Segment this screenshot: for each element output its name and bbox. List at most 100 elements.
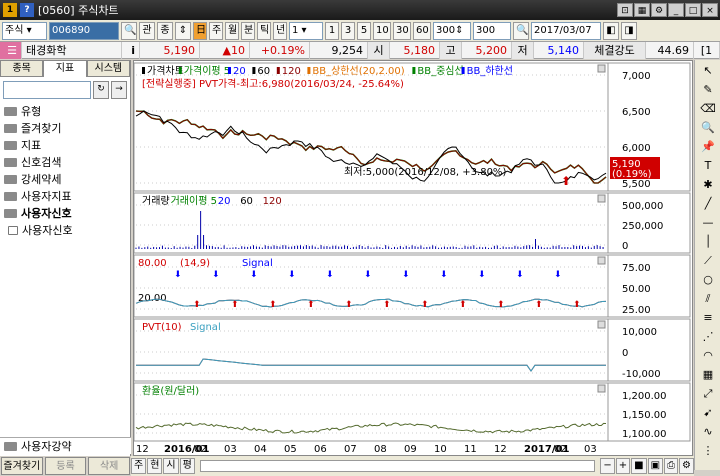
- maximize-button[interactable]: □: [685, 3, 701, 17]
- eraser-icon[interactable]: ⌫: [698, 100, 718, 117]
- change: ▲10: [200, 41, 250, 59]
- status-week[interactable]: 주: [131, 458, 147, 474]
- interval-5[interactable]: 5: [357, 21, 371, 40]
- refresh-icon[interactable]: ↻: [93, 81, 109, 99]
- link-icon[interactable]: ⊡: [617, 3, 633, 17]
- delete-button[interactable]: 삭제: [88, 457, 131, 475]
- x-tick-label: 05: [284, 444, 297, 455]
- watch-button[interactable]: 관: [139, 21, 155, 40]
- scrollbar[interactable]: [199, 460, 596, 472]
- text-icon[interactable]: T: [698, 157, 718, 174]
- drawing-toolbar: ↖ ✎ ⌫ 🔍 📌 T ✱ ╱ — │ ⟋ ○ ⫽ ≡ ⋰ ◠ ▦ ⤢ ➹ ∿ …: [694, 60, 720, 470]
- trend-icon[interactable]: ⟋: [698, 252, 718, 269]
- x-tick-label: 09: [404, 444, 417, 455]
- circle-icon[interactable]: ○: [698, 271, 718, 288]
- day-button[interactable]: 日: [193, 21, 207, 40]
- item-button[interactable]: 종: [157, 21, 173, 40]
- chart-area[interactable]: 7,000 6,500 6,000 5,500 500,000 250,000 0 75.00…: [133, 60, 693, 456]
- app-icon: 1: [3, 3, 17, 17]
- interval-3[interactable]: 3: [341, 21, 355, 40]
- indicator-search-input[interactable]: [3, 81, 91, 99]
- tree-item[interactable]: 즐겨찾기: [0, 120, 130, 137]
- tree-item-label: 사용자지표: [21, 190, 72, 203]
- user-strength-item[interactable]: 사용자강약: [0, 437, 131, 454]
- tab-system[interactable]: 시스템: [86, 60, 130, 77]
- fib-icon[interactable]: ≡: [698, 309, 718, 326]
- low-annotation: 최저:5,000(2016/12/08, +3.80%): [344, 166, 506, 178]
- tree-item-label: 사용자신호: [22, 224, 73, 237]
- interval-60[interactable]: 60: [413, 21, 431, 40]
- print-icon[interactable]: ⎙: [664, 458, 679, 474]
- tab-stocks[interactable]: 종목: [0, 60, 44, 77]
- spin-button[interactable]: ⇕: [175, 21, 191, 40]
- count-display[interactable]: 300: [473, 21, 511, 40]
- tree-item[interactable]: 사용자신호: [0, 222, 130, 239]
- channel-icon[interactable]: ⫽: [698, 290, 718, 307]
- open: 5,180: [390, 41, 440, 59]
- next-icon[interactable]: ◨: [621, 21, 637, 40]
- folder-icon: [4, 158, 17, 167]
- period-year[interactable]: 년: [273, 21, 287, 40]
- tab-indicators[interactable]: 지표: [43, 60, 87, 77]
- settings-icon[interactable]: ⚙: [651, 3, 667, 17]
- register-button[interactable]: 등록: [44, 457, 87, 475]
- prev-icon[interactable]: ◧: [603, 21, 619, 40]
- info-button[interactable]: i: [122, 41, 140, 59]
- grid-icon[interactable]: ▦: [698, 366, 718, 383]
- gann-icon[interactable]: ⤢: [698, 385, 718, 402]
- arc-icon[interactable]: ◠: [698, 347, 718, 364]
- favorite-icon[interactable]: ☰: [0, 41, 22, 59]
- status-current[interactable]: 현: [147, 458, 163, 474]
- period-month[interactable]: 월: [225, 21, 239, 40]
- pause-icon[interactable]: ■: [631, 458, 647, 474]
- interval-10[interactable]: 10: [373, 21, 391, 40]
- arrow-icon[interactable]: ➹: [698, 404, 718, 421]
- chart-canvas[interactable]: 7,000 6,500 6,000 5,500 500,000 250,000 0 75.00…: [133, 61, 692, 455]
- vline-icon[interactable]: │: [698, 233, 718, 250]
- date-select[interactable]: 2017/03/07 ▾: [531, 21, 601, 52]
- marker-icon[interactable]: ✱: [698, 176, 718, 193]
- cycle-icon[interactable]: ∿: [698, 423, 718, 440]
- close-button[interactable]: ×: [702, 3, 718, 17]
- search-button[interactable]: 🔍: [121, 21, 137, 40]
- hline-icon[interactable]: —: [698, 214, 718, 231]
- more-icon[interactable]: ⋮: [698, 442, 718, 459]
- zoom-icon[interactable]: 🔍: [698, 119, 718, 136]
- search-icon[interactable]: 🔍: [513, 21, 529, 40]
- forward-icon[interactable]: →: [111, 81, 127, 99]
- code-input[interactable]: 006890: [49, 21, 119, 40]
- status-time[interactable]: 시: [163, 458, 179, 474]
- config-icon[interactable]: ⚙: [679, 458, 694, 474]
- tree-item[interactable]: 사용자지표: [0, 188, 130, 205]
- market-select[interactable]: 주식 ▾: [2, 21, 47, 40]
- low: 5,140: [534, 41, 584, 59]
- help-icon[interactable]: ?: [20, 3, 34, 17]
- pin-icon[interactable]: 📌: [698, 138, 718, 155]
- period-minute[interactable]: 분: [241, 21, 255, 40]
- tile-icon[interactable]: ▦: [634, 3, 650, 17]
- tree-item[interactable]: 사용자신호: [0, 205, 130, 222]
- left-panel: 종목 지표 시스템 ↻ → 유형 즐겨찾기 지표 신호검색 강세약세 사용자지표 사용자신호…: [0, 60, 131, 456]
- favorites-button[interactable]: 즐겨찾기: [1, 457, 43, 475]
- quote-bar: ☰ 태경화학 i 5,190 ▲10 +0.19% 9,254 시 5,180 …: [0, 41, 720, 74]
- minute-select[interactable]: 1 ▾: [289, 21, 323, 40]
- zoom-in-icon[interactable]: +: [615, 458, 631, 474]
- tree-item[interactable]: 유형: [0, 103, 130, 120]
- tree-item[interactable]: 지표: [0, 137, 130, 154]
- minimize-button[interactable]: _: [668, 3, 684, 17]
- period-tick[interactable]: 틱: [257, 21, 271, 40]
- status-avg[interactable]: 평: [179, 458, 195, 474]
- period-badge[interactable]: [1일]: [694, 41, 720, 74]
- period-week[interactable]: 주: [209, 21, 223, 40]
- crosshair-icon[interactable]: ✎: [698, 81, 718, 98]
- line-icon[interactable]: ╱: [698, 195, 718, 212]
- count-input[interactable]: 300⇕: [433, 21, 471, 40]
- zoom-out-icon[interactable]: −: [600, 458, 615, 474]
- tree-item[interactable]: 신호검색: [0, 154, 130, 171]
- interval-30[interactable]: 30: [393, 21, 411, 40]
- capture-icon[interactable]: ▣: [647, 458, 664, 474]
- fan-icon[interactable]: ⋰: [698, 328, 718, 345]
- cursor-icon[interactable]: ↖: [698, 62, 718, 79]
- tree-item[interactable]: 강세약세: [0, 171, 130, 188]
- interval-1[interactable]: 1: [325, 21, 339, 40]
